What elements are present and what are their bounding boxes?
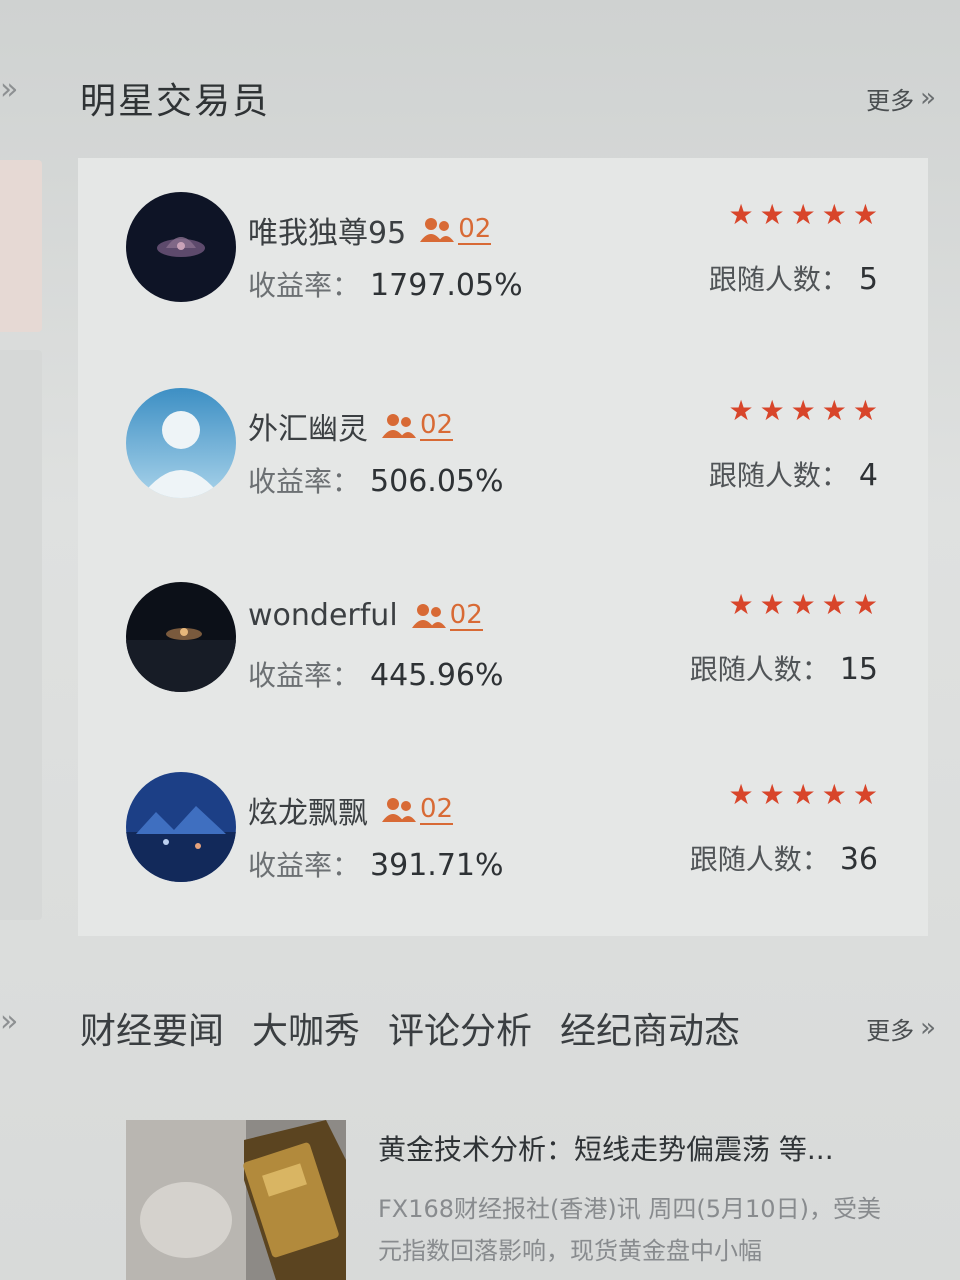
double-chevron-right-icon: » [920, 83, 936, 113]
star-icon: ★ [821, 588, 847, 621]
trader-row[interactable]: 炫龙飘飘 02 收益率： 391.71% ★ ★ ★ ★ ★ 跟随人数： 36 [118, 772, 888, 892]
group-icon [382, 798, 416, 822]
followers-value: 5 [858, 262, 878, 297]
left-card [0, 350, 42, 920]
group-icon [420, 218, 455, 242]
star-icon: ★ [790, 588, 816, 621]
star-icon: ★ [790, 394, 816, 427]
yield-value: 1797.05% [370, 268, 523, 303]
group-badge[interactable]: 02 [410, 601, 483, 631]
star-icon: ★ [759, 778, 785, 811]
trader-name[interactable]: wonderful [248, 598, 398, 633]
followers-value: 15 [839, 652, 878, 687]
yield-value: 391.71% [370, 848, 504, 883]
rating-stars: ★ ★ ★ ★ ★ [728, 778, 878, 811]
group-icon [411, 603, 446, 628]
more-link[interactable]: 更多 » [866, 1011, 936, 1046]
tab-broker-news[interactable]: 经纪商动态 [560, 1002, 740, 1054]
page: » » 明星交易员 更多 » 唯我独尊95 02 收益率： 1797.05% ★… [0, 0, 960, 1280]
star-icon: ★ [852, 778, 878, 811]
group-icon [382, 414, 416, 438]
followers-label: 跟随人数： [708, 459, 849, 492]
star-icon: ★ [821, 778, 847, 811]
group-badge[interactable]: 02 [380, 794, 454, 825]
news-item[interactable]: 黄金技术分析：短线走势偏震荡 等... FX168财经报社(香港)讯 周四(5月… [126, 1120, 926, 1280]
double-chevron-right-icon: » [0, 72, 19, 107]
trader-row[interactable]: 外汇幽灵 02 收益率： 506.05% ★ ★ ★ ★ ★ 跟随人数： 4 [118, 388, 888, 508]
star-icon: ★ [852, 198, 878, 231]
rating-stars: ★ ★ ★ ★ ★ [728, 198, 878, 231]
left-column-partial: » » [0, 0, 50, 1280]
tab-finance-news[interactable]: 财经要闻 [80, 1002, 224, 1054]
trader-row[interactable]: wonderful 02 收益率： 445.96% ★ ★ ★ ★ ★ 跟随人数： 15 [118, 582, 888, 702]
news-thumbnail[interactable] [126, 1120, 346, 1280]
group-count: 02 [449, 599, 483, 631]
double-chevron-right-icon: » [0, 1004, 19, 1039]
yield-label: 收益率： [248, 659, 361, 692]
group-badge[interactable]: 02 [418, 214, 492, 245]
followers-label: 跟随人数： [689, 653, 830, 686]
star-icon: ★ [852, 394, 878, 427]
star-icon: ★ [759, 198, 785, 231]
trader-list: 唯我独尊95 02 收益率： 1797.05% ★ ★ ★ ★ ★ 跟随人数： 5 [78, 158, 928, 936]
rating-stars: ★ ★ ★ ★ ★ [728, 394, 878, 427]
double-chevron-right-icon: » [920, 1013, 936, 1043]
yield-label: 收益率： [248, 849, 361, 882]
more-label: 更多 [866, 1016, 915, 1045]
star-icon: ★ [821, 394, 847, 427]
star-icon: ★ [728, 394, 754, 427]
yield-value: 445.96% [370, 658, 504, 693]
tab-analysis[interactable]: 评论分析 [388, 1002, 532, 1054]
star-icon: ★ [790, 778, 816, 811]
yield-value: 506.05% [370, 464, 504, 499]
news-title[interactable]: 黄金技术分析：短线走势偏震荡 等... [378, 1128, 834, 1168]
star-icon: ★ [852, 588, 878, 621]
group-count: 02 [458, 214, 492, 245]
star-icon: ★ [759, 394, 785, 427]
yield-label: 收益率： [248, 465, 361, 498]
section-title: 明星交易员 [80, 81, 271, 122]
left-card [0, 160, 42, 332]
avatar[interactable] [126, 388, 236, 498]
trader-name[interactable]: 外汇幽灵 [248, 404, 368, 448]
trader-name[interactable]: 炫龙飘飘 [248, 788, 368, 832]
yield-label: 收益率： [248, 269, 361, 302]
avatar[interactable] [126, 192, 236, 302]
followers-label: 跟随人数： [689, 843, 830, 876]
star-traders-header: 明星交易员 更多 » [80, 68, 936, 128]
trader-row[interactable]: 唯我独尊95 02 收益率： 1797.05% ★ ★ ★ ★ ★ 跟随人数： 5 [118, 192, 888, 312]
group-count: 02 [420, 794, 454, 825]
followers-value: 36 [839, 842, 878, 877]
trader-name[interactable]: 唯我独尊95 [248, 208, 406, 252]
followers-value: 4 [858, 458, 878, 493]
news-summary: FX168财经报社(香港)讯 周四(5月10日)，受美元指数回落影响，现货黄金盘… [378, 1195, 881, 1265]
star-icon: ★ [759, 588, 785, 621]
star-icon: ★ [728, 588, 754, 621]
group-count: 02 [420, 410, 454, 441]
avatar[interactable] [126, 772, 236, 882]
more-label: 更多 [866, 86, 915, 115]
tab-big-shots[interactable]: 大咖秀 [252, 1002, 360, 1054]
star-icon: ★ [790, 198, 816, 231]
star-icon: ★ [728, 198, 754, 231]
group-badge[interactable]: 02 [380, 410, 454, 441]
star-icon: ★ [821, 198, 847, 231]
followers-label: 跟随人数： [708, 263, 849, 296]
more-link[interactable]: 更多 » [866, 81, 936, 116]
star-icon: ★ [728, 778, 754, 811]
avatar[interactable] [126, 582, 236, 692]
rating-stars: ★ ★ ★ ★ ★ [728, 588, 878, 621]
news-tabs: 财经要闻 大咖秀 评论分析 经纪商动态 更多 » [80, 998, 936, 1058]
